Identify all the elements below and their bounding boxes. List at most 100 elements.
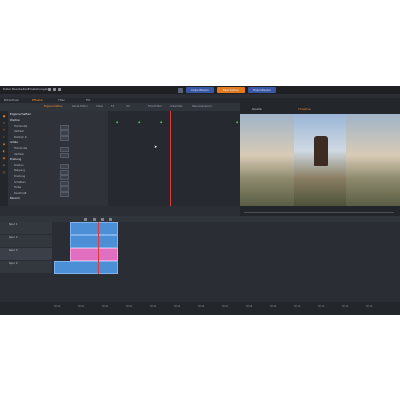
property-value-field[interactable] (60, 136, 69, 142)
split-icon[interactable] (93, 217, 96, 221)
tab-timeline-preview[interactable]: Timeline (298, 107, 311, 111)
editor-tabs: Eigenschaften Kanal-Editor Video FX 3D T… (0, 103, 240, 111)
keyframe-marker[interactable]: ◆ (116, 120, 118, 124)
property-label: Größe (10, 141, 18, 145)
timeline-ruler[interactable]: 00:00 00:01 00:02 00:03 00:04 00:05 00:06 00:07… (0, 302, 400, 315)
snap-icon[interactable] (101, 217, 104, 221)
title-icon[interactable]: T (2, 128, 6, 132)
keyframe-marker[interactable]: ◆ (138, 120, 140, 124)
property-label: Schatten (14, 180, 26, 184)
track-header[interactable]: Spur 1 (0, 222, 52, 234)
property-label: Drehung (10, 158, 22, 162)
tab-title-editor[interactable]: Titel-Editor (148, 105, 162, 108)
undo-icon[interactable] (48, 88, 51, 91)
menu-einstellungen[interactable]: Einstellungen (28, 87, 48, 91)
menu-datei[interactable]: Datei (3, 87, 11, 91)
effect-clip[interactable] (70, 248, 118, 261)
tool-icon-column: ● ✦ T ♪ ◆ ◐ ▣ ➤ ◎ (0, 111, 8, 206)
home-icon[interactable] (178, 87, 183, 93)
preview-scrubber[interactable] (244, 212, 394, 213)
track-header[interactable]: Spur 3 (0, 248, 52, 260)
keyframe-marker[interactable]: ◆ (236, 120, 238, 124)
property-value-field[interactable] (60, 180, 69, 186)
property-value-field[interactable] (60, 147, 69, 153)
ruler-tick-label: 00:00 (54, 305, 61, 308)
ruler-tick-label: 00:02 (102, 305, 109, 308)
video-editor-window: Datei Bearbeiten Einstellungen Importier… (0, 86, 400, 315)
keyframe-area[interactable]: ◆ ◆ ◆ ◆ ➤ (108, 111, 240, 206)
effects-icon[interactable]: ✦ (2, 121, 6, 125)
property-label: Neigung (14, 169, 25, 173)
ruler-tick-label: 00:10 (294, 305, 301, 308)
person-figure (314, 136, 328, 166)
track-name: Spur 1 (9, 223, 18, 226)
color-icon[interactable]: ◐ (2, 149, 6, 153)
edit-button[interactable]: Bearbeiten (217, 87, 245, 93)
export-button[interactable]: Exportieren (248, 87, 276, 93)
trash-icon[interactable] (109, 217, 112, 221)
transition-icon[interactable]: ◆ (2, 142, 6, 146)
video-clip[interactable] (70, 222, 118, 235)
property-label: Deckkraft (14, 191, 27, 195)
property-label: Horizontal (14, 147, 28, 150)
video-clip[interactable] (54, 261, 118, 274)
property-value-field[interactable] (60, 130, 69, 136)
redo-icon[interactable] (53, 88, 56, 91)
ruler-tick-label: 00:04 (150, 305, 157, 308)
crop-icon[interactable]: ▣ (2, 156, 6, 160)
property-label: Drehung (14, 175, 26, 178)
menu-bearbeiten[interactable]: Bearbeiten (12, 87, 28, 91)
menu-bar: Datei Bearbeiten Einstellungen Importier… (0, 86, 400, 94)
media-icon[interactable]: ● (2, 114, 6, 118)
property-label: Farbe (14, 186, 22, 190)
timeline-tracks: Spur 1 Spur 2 Spur 3 Spur 4 (0, 222, 400, 302)
motion-icon[interactable]: ➤ (2, 163, 6, 167)
audio-icon[interactable]: ♪ (2, 135, 6, 139)
keyframe-marker[interactable]: ◆ (160, 120, 162, 124)
ruler-tick-label: 00:08 (246, 305, 253, 308)
tab-subtitles[interactable]: Untertitel (170, 105, 182, 108)
preview-panel: Quelle Timeline ▶ (240, 98, 400, 220)
property-value-field[interactable] (60, 169, 69, 175)
tab-3d[interactable]: 3D (126, 105, 130, 108)
ruler-tick-label: 00:12 (342, 305, 349, 308)
track-name: Spur 2 (9, 236, 18, 239)
property-label: Position Z (14, 135, 27, 139)
track-name: Spur 3 (9, 249, 18, 252)
track-name: Spur 4 (9, 262, 18, 265)
property-label: Drehen (14, 163, 24, 167)
property-value-field[interactable] (60, 124, 69, 130)
property-value-field[interactable] (60, 192, 69, 198)
property-label: Vertikal (14, 152, 24, 156)
track-header[interactable]: Spur 4 (0, 261, 52, 273)
mask-icon[interactable]: ◎ (2, 170, 6, 174)
import-button[interactable]: Importieren (186, 87, 214, 93)
tab-source[interactable]: Quelle (252, 107, 262, 111)
tab-fx[interactable]: FX (111, 105, 114, 108)
ruler-tick-label: 00:07 (222, 305, 229, 308)
ruler-tick-label: 00:11 (318, 305, 325, 308)
property-value-field[interactable] (60, 175, 69, 181)
properties-panel: Eigenschaften Position Horizontal Vertikal… (8, 111, 108, 206)
scissors-icon[interactable] (84, 217, 87, 221)
property-value-field[interactable] (60, 164, 69, 170)
video-preview-frame (240, 114, 400, 206)
ruler-tick-label: 00:09 (270, 305, 277, 308)
property-value-field[interactable] (60, 152, 69, 158)
tab-video[interactable]: Video (96, 105, 103, 108)
help-icon[interactable] (58, 88, 61, 91)
tab-stereoscopic[interactable]: Stereoskopisch (192, 105, 212, 108)
property-label: Vertikal (14, 130, 24, 134)
tab-properties[interactable]: Eigenschaften (44, 105, 62, 108)
property-value-field[interactable] (60, 186, 69, 192)
mouse-cursor-icon: ➤ (154, 144, 158, 149)
video-clip[interactable] (70, 235, 118, 248)
ruler-tick-label: 00:05 (174, 305, 181, 308)
timeline-playhead[interactable] (98, 222, 99, 274)
property-label: Bereich (10, 197, 20, 201)
track-header[interactable]: Spur 2 (0, 235, 52, 247)
tab-channel-editor[interactable]: Kanal-Editor (72, 105, 88, 108)
ruler-tick-label: 00:06 (198, 305, 205, 308)
property-label: Position (10, 119, 21, 122)
section-title: Eigenschaften (10, 112, 32, 116)
